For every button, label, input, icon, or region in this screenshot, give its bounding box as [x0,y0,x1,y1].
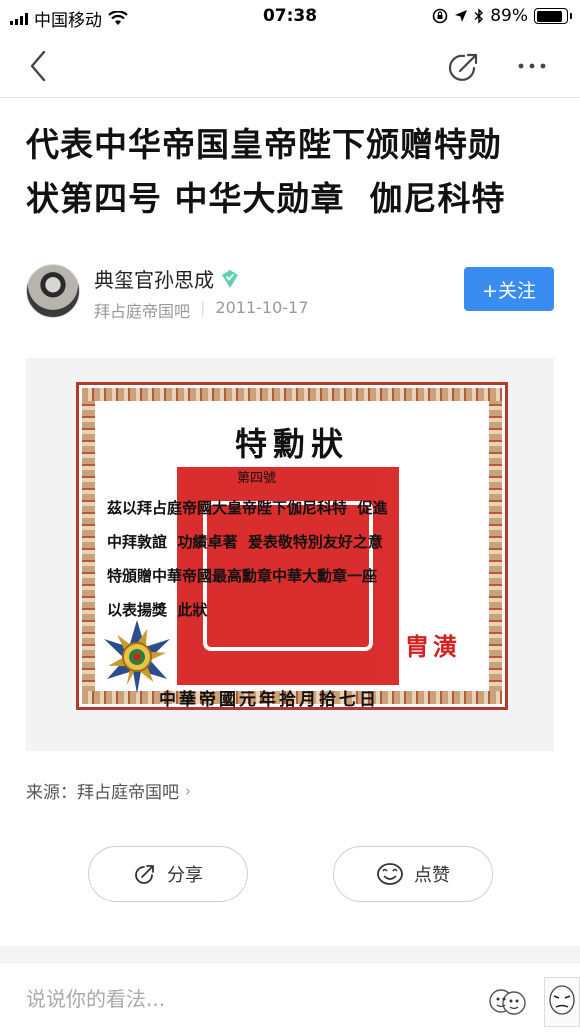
share-icon [135,865,154,884]
follow-button[interactable]: +关注 [464,267,554,311]
article-image[interactable]: 特勳狀 第四號 茲以拜占庭帝國大皇帝陛下伽尼科特 促進 中拜敦誼 功績卓著 爰表… [26,358,554,751]
share-button[interactable]: 分享 [88,846,248,902]
article-title-line1: 代表中华帝国皇帝陛下颁赠特勋 [26,125,502,164]
sticker-thumbnail[interactable] [544,977,580,1027]
certificate-number: 第四號 [237,471,277,486]
like-button[interactable]: 点赞 [333,846,493,902]
author-name[interactable]: 典玺官孙思成 [94,264,214,293]
author-meta: 拜占庭帝国吧 | 2011-10-17 [94,298,308,322]
battery-percent: 89% [490,6,528,26]
certificate-content: 特勳狀 第四號 茲以拜占庭帝國大皇帝陛下伽尼科特 促進 中拜敦誼 功績卓著 爰表… [99,405,485,710]
certificate: 特勳狀 第四號 茲以拜占庭帝國大皇帝陛下伽尼科特 促進 中拜敦誼 功績卓著 爰表… [76,382,508,710]
like-icon [377,863,403,885]
source-link[interactable]: 来源：拜占庭帝国吧 › [26,778,191,804]
certificate-line1: 茲以拜占庭帝國大皇帝陛下伽尼科特 促進 [107,499,388,517]
bluetooth-icon [474,8,484,24]
status-right: 89% [432,6,572,26]
source-label: 来源：拜占庭帝国吧 [26,783,179,803]
more-button[interactable] [512,54,552,78]
certificate-signature: 胄潢 [405,632,461,661]
publish-date: 2011-10-17 [215,298,309,317]
more-icon [518,63,546,69]
author-row: 典玺官孙思成 拜占庭帝国吧 | 2011-10-17 +关注 [26,262,556,322]
meta-divider: | [200,298,206,317]
emoji-icon[interactable] [486,981,528,1023]
certificate-title: 特勳狀 [234,425,349,463]
share-button-top[interactable] [444,48,484,86]
share-label: 分享 [167,865,203,886]
author-name-wrap: 典玺官孙思成 [94,264,240,293]
nav-bar [0,34,580,98]
sticker-face-icon [549,985,575,1015]
medal-icon [104,620,170,694]
author-forum: 拜占庭帝国吧 [94,302,191,321]
orientation-lock-icon [432,8,448,24]
battery-icon [534,8,572,24]
chevron-right-icon: › [185,781,191,800]
article-title-line2: 状第四号 中华大勋章 伽尼科特 [26,179,506,218]
share-icon [448,53,478,81]
certificate-line3: 特頒贈中華帝國最高勳章中華大勳章一座 [107,567,378,585]
location-icon [455,10,468,22]
certificate-date: 中華帝國元年拾月拾七日 [159,690,379,710]
back-button[interactable] [22,48,62,84]
section-divider [0,946,580,962]
back-icon [30,50,46,82]
certificate-line4: 以表揚獎 此狀 [107,601,208,619]
like-label: 点赞 [414,865,450,886]
article-title: 代表中华帝国皇帝陛下颁赠特勋 状第四号 中华大勋章 伽尼科特 [26,118,556,226]
avatar[interactable] [26,264,80,318]
verified-icon [222,269,238,288]
comment-bar: 说说你的看法... [0,962,580,1032]
status-bar: 中国移动 07:38 89% [0,0,580,34]
certificate-line2: 中拜敦誼 功績卓著 爰表敬特別友好之意 [107,533,383,551]
comment-input[interactable]: 说说你的看法... [26,983,165,1012]
